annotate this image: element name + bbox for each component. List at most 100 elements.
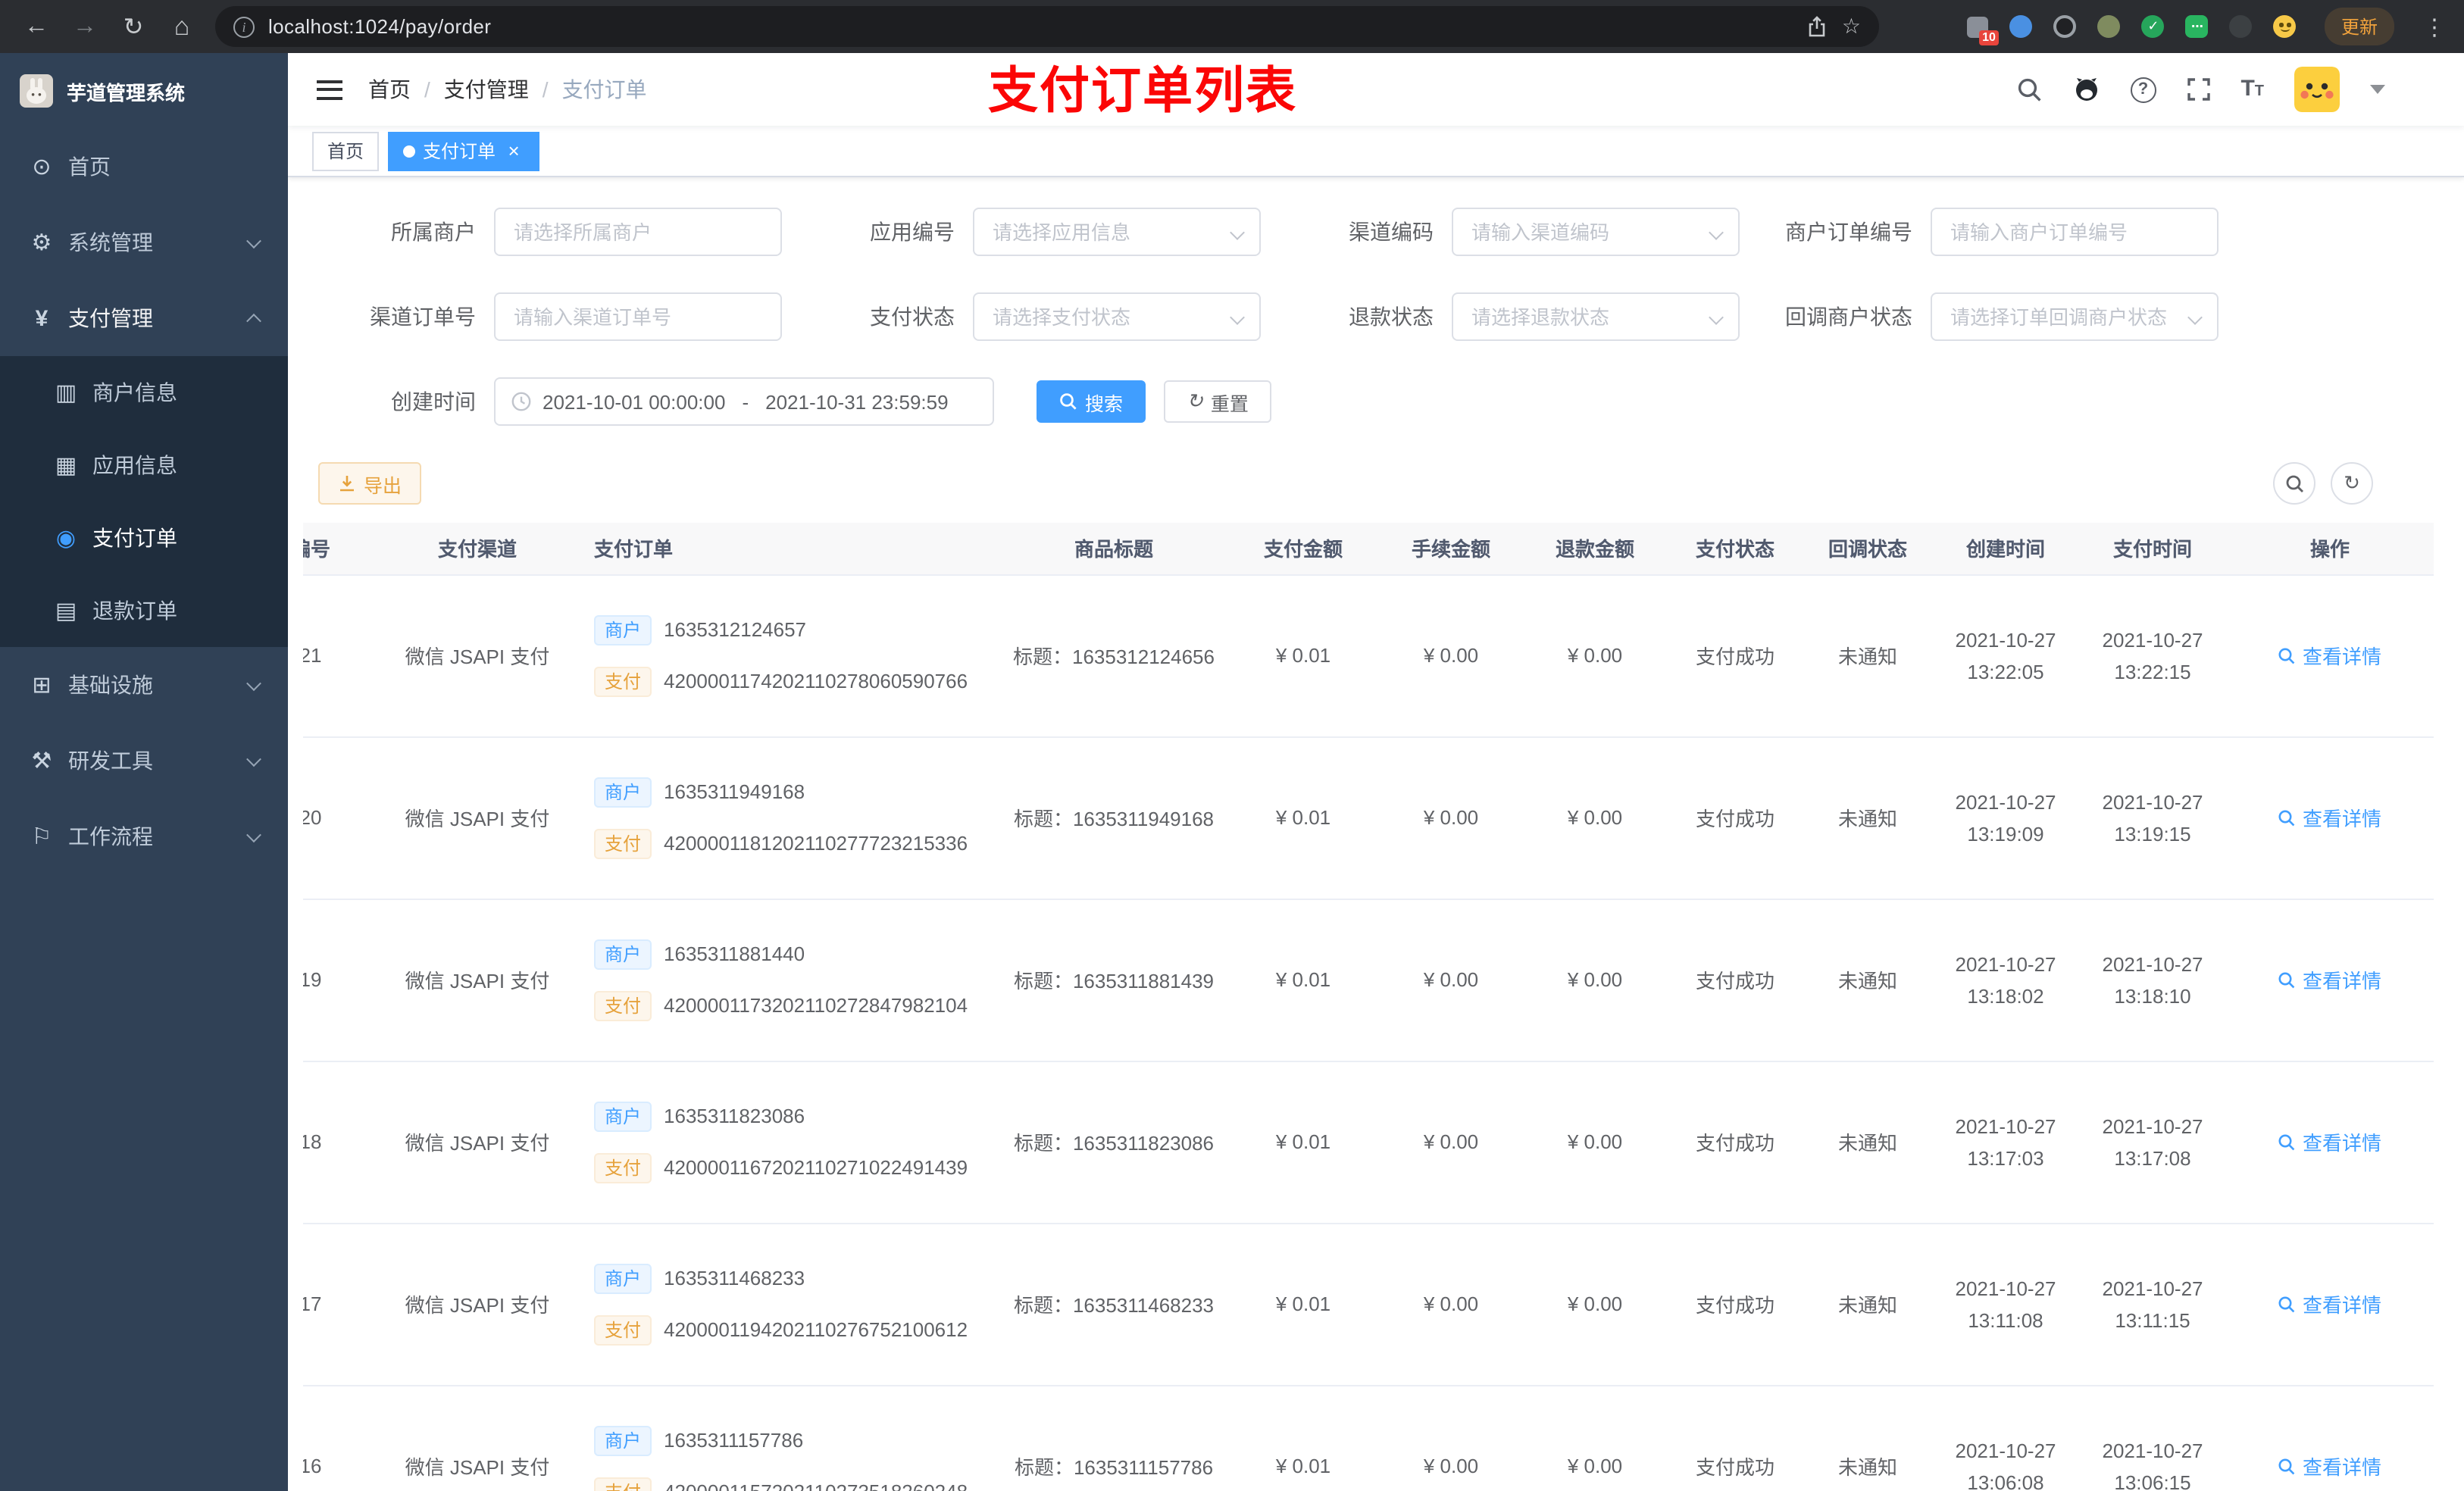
extension-icon-olive[interactable]	[2096, 13, 2123, 40]
cell-pay-time: 2021-10-27 13:06:15	[2079, 1385, 2226, 1491]
refund-status-field[interactable]	[1453, 294, 1738, 339]
share-icon[interactable]	[1807, 15, 1828, 38]
extension-icon-chat[interactable]	[2184, 13, 2211, 40]
github-icon[interactable]	[2072, 76, 2100, 103]
merchant-order-no: 1635311949168	[664, 780, 805, 803]
cell-title: 标题：1635311157786	[1000, 1385, 1227, 1491]
view-detail-link[interactable]: 查看详情	[2278, 1452, 2381, 1480]
sidebar-fold-icon[interactable]	[317, 80, 342, 99]
browser-home-icon[interactable]	[161, 5, 203, 48]
cell-title: 标题：1635311468233	[1000, 1223, 1227, 1386]
merchant-order-no-input[interactable]	[1931, 208, 2219, 256]
notify-status-select[interactable]	[1931, 292, 2219, 341]
filter-app-no: 应用编号	[797, 208, 1261, 256]
grid-icon	[53, 452, 79, 479]
sidebar-item-payment[interactable]: 支付管理	[0, 280, 288, 356]
cell-pay-time: 2021-10-27 13:11:15	[2079, 1223, 2226, 1386]
search-button[interactable]: 搜索	[1037, 380, 1146, 423]
view-detail-link[interactable]: 查看详情	[2278, 965, 2381, 994]
tab-active-dot	[403, 145, 416, 157]
view-detail-link[interactable]: 查看详情	[2278, 1289, 2381, 1318]
refresh-table-icon[interactable]	[2331, 462, 2373, 505]
cell-status: 支付成功	[1667, 1061, 1803, 1224]
date-range-picker[interactable]: 2021-10-01 00:00:00 - 2021-10-31 23:59:5…	[494, 377, 994, 426]
address-bar[interactable]: localhost:1024/pay/order	[215, 6, 1879, 47]
pay-status-field[interactable]	[974, 294, 1259, 339]
channel-code-field[interactable]	[1453, 209, 1738, 255]
flag-icon	[29, 823, 55, 850]
browser-forward-icon[interactable]	[64, 5, 106, 48]
sidebar-item-home[interactable]: 首页	[0, 129, 288, 205]
merchant-order-no: 1635311823086	[664, 1105, 805, 1127]
app-title: 芋道管理系统	[67, 81, 186, 104]
magnifier-icon	[2279, 809, 2296, 826]
merchant-order-no: 1635311468233	[664, 1267, 805, 1289]
channel-order-no-field[interactable]	[496, 294, 780, 339]
tab-home[interactable]: 首页	[312, 131, 380, 170]
fullscreen-icon[interactable]	[2186, 77, 2210, 102]
pay-status-select[interactable]	[973, 292, 1261, 341]
search-icon[interactable]	[2016, 77, 2042, 102]
site-info-icon[interactable]	[233, 16, 255, 37]
pay-tag: 支付	[594, 1314, 652, 1345]
reset-button[interactable]: 重置	[1164, 380, 1271, 423]
user-avatar[interactable]	[2294, 67, 2340, 112]
cell-pay-time: 2021-10-27 13:17:08	[2079, 1061, 2226, 1224]
tab-pay-order[interactable]: 支付订单	[388, 131, 540, 170]
yen-icon	[29, 305, 55, 331]
cell-notify: 未通知	[1803, 899, 1932, 1061]
sidebar-item-app-info[interactable]: 应用信息	[0, 429, 288, 502]
app-no-select[interactable]	[973, 208, 1261, 256]
bookmark-star-icon[interactable]	[1842, 14, 1861, 39]
sidebar-item-dev-tools[interactable]: 研发工具	[0, 723, 288, 799]
view-detail-link[interactable]: 查看详情	[2278, 803, 2381, 832]
merchant-input-field[interactable]	[496, 209, 780, 255]
help-icon[interactable]	[2130, 77, 2156, 102]
breadcrumb-payment[interactable]: 支付管理	[444, 74, 529, 105]
sidebar-item-merchant-info[interactable]: 商户信息	[0, 356, 288, 429]
cell-fee: ¥ 0.00	[1379, 574, 1523, 737]
view-detail-link[interactable]: 查看详情	[2278, 1127, 2381, 1156]
cell-status: 支付成功	[1667, 1385, 1803, 1491]
merchant-order-no-field[interactable]	[1932, 209, 2217, 255]
merchant-tag: 商户	[594, 614, 652, 645]
extension-icon-pin[interactable]	[2228, 13, 2255, 40]
notify-status-field[interactable]	[1932, 294, 2217, 339]
channel-order-no-input[interactable]	[494, 292, 782, 341]
cell-refund: ¥ 0.00	[1523, 736, 1667, 899]
cell-pay-order: 商户 1635311468233 支付 42000011942021102767…	[576, 1223, 1000, 1386]
cell-title: 标题：1635312124656	[1000, 574, 1227, 737]
col-channel: 支付渠道	[379, 523, 576, 575]
sidebar-item-system[interactable]: 系统管理	[0, 205, 288, 280]
extension-icon-emoji-face[interactable]	[2272, 13, 2299, 40]
merchant-input[interactable]	[494, 208, 782, 256]
export-button[interactable]: 导出	[318, 462, 422, 505]
cell-amount: ¥ 0.01	[1227, 1385, 1379, 1491]
sidebar-item-refund-order[interactable]: 退款订单	[0, 574, 288, 647]
avatar-dropdown-caret-icon[interactable]	[2370, 85, 2385, 94]
app-no-select-field[interactable]	[974, 209, 1259, 255]
logo-rabbit-icon	[20, 74, 53, 108]
extension-icon-green-check[interactable]	[2140, 13, 2167, 40]
tab-close-icon[interactable]	[503, 140, 524, 161]
breadcrumb-home[interactable]: 首页	[368, 74, 411, 105]
channel-code-select[interactable]	[1452, 208, 1740, 256]
sidebar-item-workflow[interactable]: 工作流程	[0, 799, 288, 874]
extension-icon-ring[interactable]	[2052, 13, 2079, 40]
filter-label: 渠道编码	[1349, 220, 1434, 244]
browser-menu-icon[interactable]	[2423, 13, 2446, 40]
app-logo[interactable]: 芋道管理系统	[0, 53, 288, 129]
browser-back-icon[interactable]	[15, 5, 58, 48]
extension-icon-badged[interactable]: 10	[1964, 13, 1999, 45]
toggle-search-icon[interactable]	[2273, 462, 2315, 505]
browser-reload-icon[interactable]	[112, 5, 155, 48]
font-size-icon[interactable]	[2240, 76, 2264, 103]
url-text: localhost:1024/pay/order	[268, 15, 492, 38]
bank-card-icon	[53, 379, 79, 406]
sidebar-item-pay-order[interactable]: 支付订单	[0, 502, 288, 574]
view-detail-link[interactable]: 查看详情	[2278, 641, 2381, 670]
refund-status-select[interactable]	[1452, 292, 1740, 341]
extension-icon-blue[interactable]	[2008, 13, 2035, 40]
browser-update-button[interactable]: 更新	[2324, 8, 2394, 45]
sidebar-item-infrastructure[interactable]: 基础设施	[0, 647, 288, 723]
